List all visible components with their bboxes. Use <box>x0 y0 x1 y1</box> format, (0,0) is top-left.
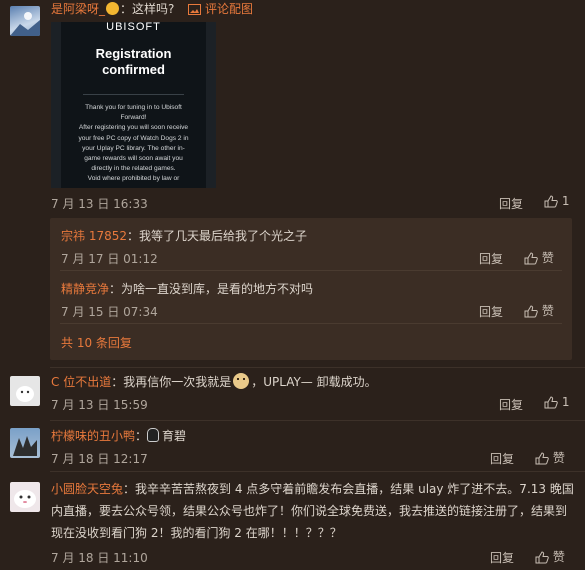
like-label: 赞 <box>552 550 565 564</box>
replies-box: 宗祎 17852：我等了几天最后给我了个光之子 7 月 17 日 01:12 回… <box>50 218 572 360</box>
like-button[interactable]: 赞 <box>524 249 554 266</box>
avatar-image <box>13 436 37 456</box>
avatar[interactable] <box>10 428 40 458</box>
username[interactable]: 小圆脸天空兔 <box>51 482 123 496</box>
reply-date: 7 月 15 日 07:34 <box>61 305 158 319</box>
like-label: 赞 <box>541 304 554 318</box>
avatar[interactable] <box>10 376 40 406</box>
comment-date: 7 月 13 日 15:59 <box>51 398 148 412</box>
reply-text: ：我等了几天最后给我了个光之子 <box>127 229 308 243</box>
comment-2: C 位不出道：我再信你一次我就是 ，UPLAY— 卸载成功。 7 月 13 日 1… <box>0 370 585 420</box>
image-icon <box>188 4 202 15</box>
more-replies-link[interactable]: 共 10 条回复 <box>61 334 132 351</box>
comment-date: 7 月 18 日 12:17 <box>51 452 148 466</box>
view-image-label: 评论配图 <box>205 2 254 16</box>
comment-date: 7 月 13 日 16:33 <box>51 197 148 211</box>
reply-button[interactable]: 回复 <box>490 549 514 566</box>
reply-button[interactable]: 回复 <box>479 303 503 320</box>
reply-button[interactable]: 回复 <box>499 195 523 212</box>
doge-emoji-icon <box>233 373 250 389</box>
reply-button[interactable]: 回复 <box>490 450 514 467</box>
thumbs-up-icon <box>544 195 558 208</box>
avatar-image <box>16 386 34 402</box>
registration-screenshot: UBISOFT Registration confirmed Thank you… <box>61 22 206 188</box>
avatar-image <box>10 12 40 36</box>
reply-1: 宗祎 17852：我等了几天最后给我了个光之子 <box>61 227 307 244</box>
image-body: Thank you for tuning in to Ubisoft Forwa… <box>78 104 189 183</box>
comment-date: 7 月 18 日 11:10 <box>51 551 148 565</box>
comment-image[interactable]: UBISOFT Registration confirmed Thank you… <box>51 22 216 188</box>
username[interactable]: C 位不出道 <box>51 375 111 389</box>
thumbs-up-icon <box>535 551 549 564</box>
reply-date: 7 月 17 日 01:12 <box>61 252 158 266</box>
avatar[interactable] <box>10 6 40 36</box>
view-image-link[interactable]: 评论配图 <box>188 2 253 16</box>
like-label: 赞 <box>541 251 554 265</box>
image-divider <box>83 94 184 95</box>
like-count: 1 <box>561 194 570 208</box>
thumbs-up-icon <box>524 305 538 318</box>
avatar[interactable] <box>10 482 40 512</box>
comment-4: 小圆脸天空兔：我辛辛苦苦熬夜到 4 点多守着前瞻发布会直播，结果 ulay 炸了… <box>0 474 585 570</box>
reply-button[interactable]: 回复 <box>499 396 523 413</box>
image-heading: Registration confirmed <box>95 46 172 77</box>
thumbs-up-icon <box>524 252 538 265</box>
thumbs-up-icon <box>535 452 549 465</box>
username[interactable]: 是阿梁呀_ <box>51 2 105 16</box>
like-button[interactable]: 1 <box>544 395 569 409</box>
reply-divider <box>60 270 562 271</box>
like-button[interactable]: 赞 <box>535 548 565 565</box>
comment-text: ：这样吗? <box>120 2 175 16</box>
reply-2: 精静竞净：为啥一直没到库，是看的地方不对吗 <box>61 280 313 297</box>
comment-text-line1: ：我辛辛苦苦熬夜到 4 点多守着前瞻发布会直播，结果 ulay 炸了进不去。7.… <box>123 482 574 496</box>
reply-username[interactable]: 精静竞净 <box>61 282 109 296</box>
reply-text: ：为啥一直没到库，是看的地方不对吗 <box>109 282 314 296</box>
reply-username[interactable]: 宗祎 17852 <box>61 229 127 243</box>
avatar-image <box>14 490 36 508</box>
comment-divider <box>50 420 585 421</box>
comment-text: 育碧 <box>162 429 187 443</box>
username[interactable]: 柠檬味的丑小鸭 <box>51 429 135 443</box>
like-button[interactable]: 赞 <box>524 302 554 319</box>
separator: ： <box>135 429 148 443</box>
like-count: 1 <box>561 395 570 409</box>
like-label: 赞 <box>552 451 565 465</box>
emoji-icon <box>106 2 120 15</box>
comment-text-line2: 内直播，要去公众号领，结果公众号也炸了！你们说全球免费送，我去推送的链接注册了，… <box>51 504 568 518</box>
comment-1: 是阿梁呀_ ：这样吗? 评论配图 UBISOFT Registration con… <box>0 0 585 215</box>
like-button[interactable]: 赞 <box>535 449 565 466</box>
reply-button[interactable]: 回复 <box>479 250 503 267</box>
comment-text-part2: ，UPLAY— 卸载成功。 <box>251 375 377 389</box>
reply-divider <box>60 323 562 324</box>
comment-text-part1: ：我再信你一次我就是 <box>111 375 232 389</box>
comment-divider <box>50 471 585 472</box>
ubisoft-logo-text: UBISOFT <box>106 22 161 33</box>
penguin-icon <box>147 428 160 442</box>
comment-3: 柠檬味的丑小鸭： 育碧 7 月 18 日 12:17 回复 赞 <box>0 422 585 470</box>
comment-divider <box>50 367 585 368</box>
comment-text-line3: 现在没收到看门狗 2！我的看门狗 2 在哪！！！？？？ <box>51 526 342 540</box>
thumbs-up-icon <box>544 396 558 409</box>
like-button[interactable]: 1 <box>544 194 569 208</box>
